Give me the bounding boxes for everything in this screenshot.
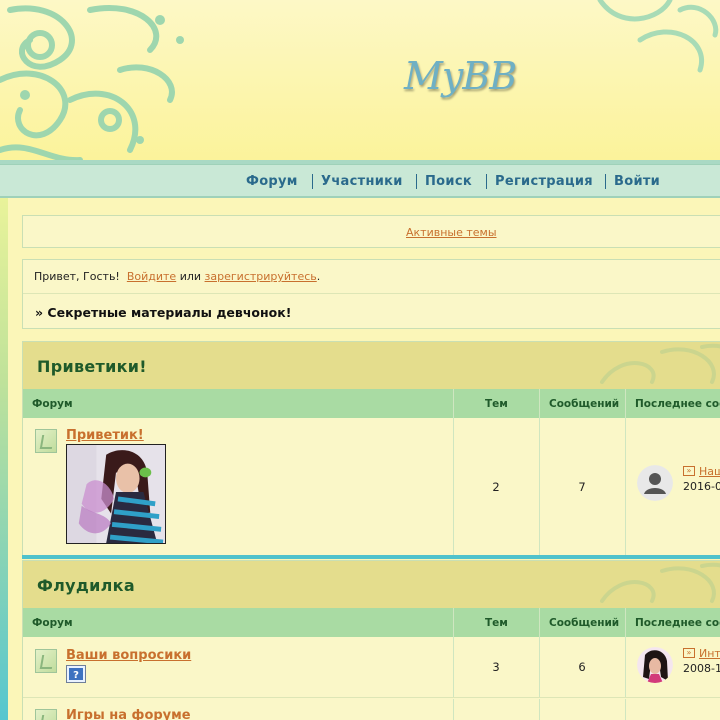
default-avatar — [637, 465, 673, 501]
go-to-post-icon[interactable]: » — [683, 648, 695, 658]
col-separator — [453, 699, 454, 720]
active-topics-panel: Активные темы — [22, 215, 720, 248]
forum-read-icon — [35, 709, 57, 720]
or-text: или — [179, 270, 202, 283]
login-link[interactable]: Войдите — [127, 270, 176, 283]
nav-forum[interactable]: Форум — [246, 174, 298, 189]
forum-photo — [66, 444, 166, 544]
column-header-row: Форум Тем Сообщений Последнее соо — [23, 608, 720, 637]
col-posts: Сообщений — [549, 398, 620, 410]
col-separator — [539, 389, 540, 418]
swirl-ornament-right — [597, 0, 719, 73]
last-post-date: 2008-1 — [683, 662, 720, 675]
nav-search[interactable]: Поиск — [425, 174, 472, 189]
site-logo[interactable]: MyBB — [404, 54, 517, 98]
col-separator — [625, 699, 626, 720]
forum-name-link[interactable]: Ваши вопросики — [66, 648, 191, 663]
last-post-link[interactable]: Инт — [699, 647, 720, 660]
swirl-ornament — [600, 343, 720, 384]
go-to-post-icon[interactable]: » — [683, 466, 695, 476]
topics-count: 2 — [492, 480, 500, 494]
divider — [23, 293, 720, 294]
col-separator — [625, 389, 626, 418]
swirl-ornament-left — [0, 5, 184, 162]
nav-separator — [416, 174, 417, 189]
page-edge-strip — [0, 198, 8, 720]
category-header: Приветики! — [23, 342, 720, 389]
nav-separator — [312, 174, 313, 189]
posts-count: 7 — [578, 480, 586, 494]
col-topics: Тем — [485, 398, 508, 410]
topics-count: 3 — [492, 660, 500, 674]
col-separator — [625, 418, 626, 555]
svg-text:?: ? — [73, 670, 79, 681]
category-header: Флудилка — [23, 561, 720, 608]
col-last-post: Последнее соо — [635, 617, 720, 629]
col-forum: Форум — [32, 617, 73, 629]
register-link[interactable]: зарегистрируйтесь — [205, 270, 317, 283]
forum-row: Приветик! 2 7 » Наш 2016-0 — [23, 418, 720, 555]
main-nav: Форум Участники Поиск Регистрация Войти — [0, 164, 720, 198]
col-separator — [625, 637, 626, 697]
col-separator — [453, 389, 454, 418]
forum-read-icon — [35, 649, 57, 673]
last-post-date: 2016-0 — [683, 480, 720, 493]
user-avatar — [637, 647, 673, 683]
col-separator — [539, 699, 540, 720]
category-block-privetiki: Приветики! Форум Тем Сообщений Последнее… — [22, 341, 720, 555]
swirl-ornament — [600, 562, 720, 603]
breadcrumb: » Секретные материалы девчонок! — [35, 305, 292, 320]
forum-name-link[interactable]: Приветик! — [66, 428, 144, 443]
header-banner: MyBB — [0, 0, 720, 162]
greeting-text: Привет, Гость! — [34, 270, 120, 283]
forum-name-link[interactable]: Игры на форуме — [66, 708, 191, 720]
category-title[interactable]: Флудилка — [37, 576, 135, 595]
col-separator — [453, 608, 454, 637]
active-topics-link[interactable]: Активные темы — [406, 226, 497, 239]
welcome-line: Привет, Гость! Войдите или зарегистрируй… — [34, 270, 320, 283]
col-separator — [625, 608, 626, 637]
nav-register[interactable]: Регистрация — [495, 174, 593, 189]
nav-login[interactable]: Войти — [614, 174, 660, 189]
period-text: . — [316, 270, 321, 283]
column-header-row: Форум Тем Сообщений Последнее соо — [23, 389, 720, 418]
welcome-panel: Привет, Гость! Войдите или зарегистрируй… — [22, 259, 720, 329]
category-title[interactable]: Приветики! — [37, 357, 147, 376]
posts-count: 6 — [578, 660, 586, 674]
question-icon: ? — [66, 665, 86, 683]
forum-row: Ваши вопросики ? 3 6 » Инт 2008-1 — [23, 637, 720, 698]
col-posts: Сообщений — [549, 617, 620, 629]
col-separator — [539, 608, 540, 637]
forum-read-icon — [35, 429, 57, 453]
nav-separator — [486, 174, 487, 189]
section-divider — [22, 555, 720, 559]
last-post-link[interactable]: Наш — [699, 465, 720, 478]
nav-separator — [605, 174, 606, 189]
col-last-post: Последнее соо — [635, 398, 720, 410]
col-forum: Форум — [32, 398, 73, 410]
page-edge-gap — [8, 198, 20, 720]
category-block-fludilka: Флудилка Форум Тем Сообщений Последнее с… — [22, 560, 720, 720]
col-topics: Тем — [485, 617, 508, 629]
forum-row: Игры на форуме — [23, 699, 720, 720]
nav-users[interactable]: Участники — [321, 174, 403, 189]
